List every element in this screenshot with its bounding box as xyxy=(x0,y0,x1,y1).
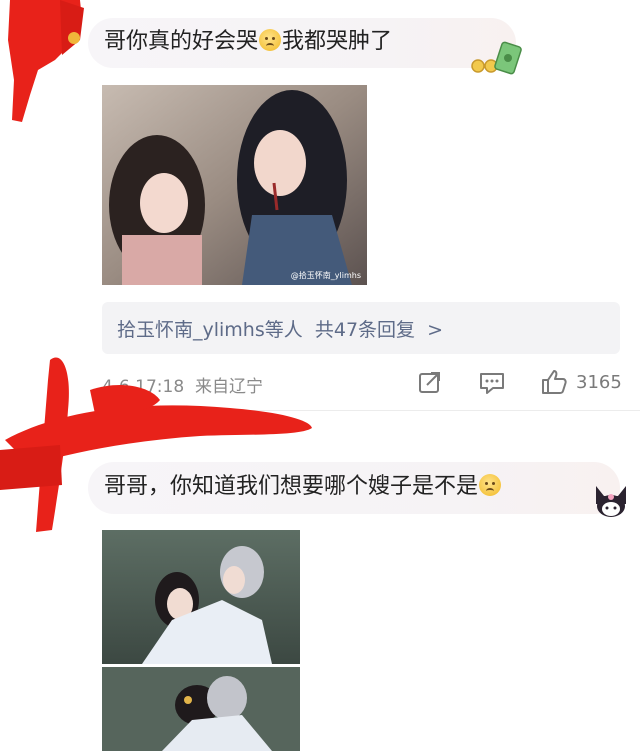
sad-face-emoji xyxy=(259,29,282,51)
share-icon[interactable] xyxy=(418,370,442,394)
money-badge-icon xyxy=(471,41,522,75)
sad-face-emoji xyxy=(479,474,502,496)
comment1-photo-art xyxy=(102,85,367,285)
kuromi-badge-icon xyxy=(596,486,626,517)
comment2-image[interactable] xyxy=(102,530,300,751)
comment1-replies-link[interactable]: 拾玉怀南_ylimhs等人 共47条回复 > xyxy=(117,315,443,342)
image-watermark: @拾玉怀南_ylimhs xyxy=(290,271,361,280)
comment-icon[interactable] xyxy=(479,371,505,395)
comment1-image[interactable]: @拾玉怀南_ylimhs xyxy=(102,85,367,285)
comment2-text: 哥哥，你知道我们想要哪个嫂子是不是 xyxy=(104,472,502,502)
redaction-scribble-top xyxy=(8,0,84,122)
like-count: 3165 xyxy=(576,372,622,393)
chevron-right-icon: > xyxy=(427,319,444,341)
like-icon[interactable] xyxy=(540,368,568,396)
comment2-photo-art xyxy=(102,530,300,751)
comment1-text: 哥你真的好会哭 我都哭肿了 xyxy=(104,29,393,54)
